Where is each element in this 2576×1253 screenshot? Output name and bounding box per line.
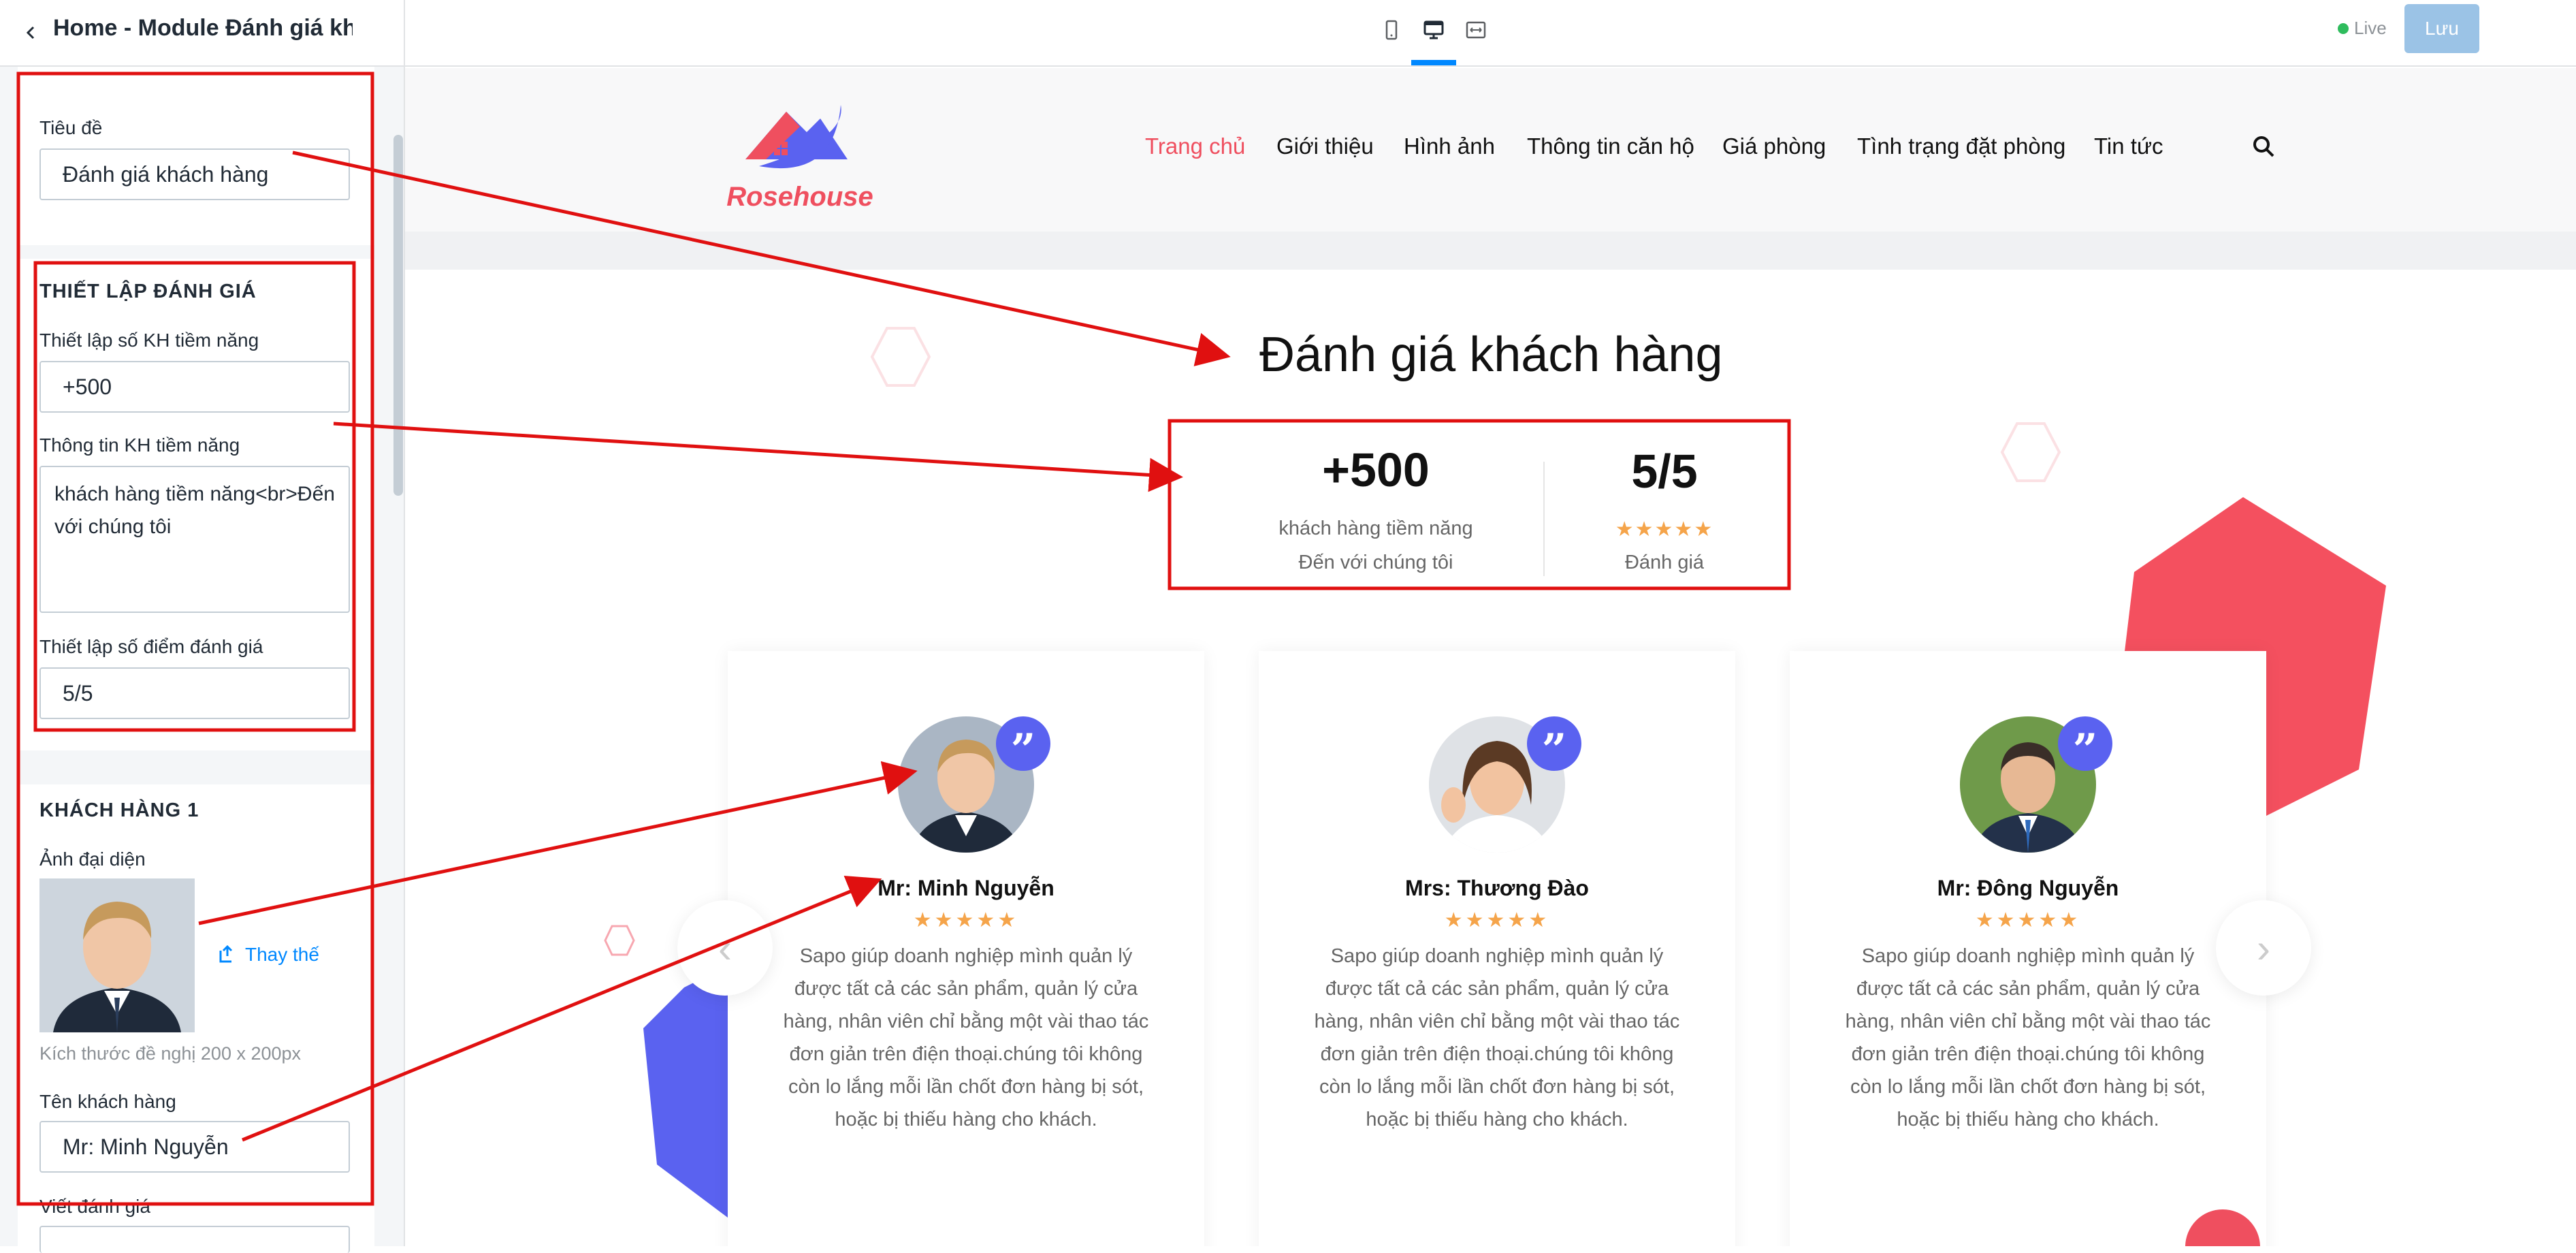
stat-count-value: +500: [1322, 443, 1430, 496]
nav-gallery[interactable]: Hình ảnh: [1404, 133, 1495, 159]
site-preview: Rosehouse Trang chủ Giới thiệu Hình ảnh …: [405, 68, 2576, 1246]
reviewer-name: Mr: Minh Nguyễn: [878, 876, 1054, 900]
quote-icon: ”: [996, 716, 1050, 772]
review-text: Sapo giúp doanh nghiệp mình quản lý được…: [783, 945, 1149, 1130]
chevron-left-icon: ‹: [718, 925, 732, 971]
potential-info-label: Thông tin KH tiềm năng: [39, 434, 240, 456]
nav-news[interactable]: Tin tức: [2094, 133, 2163, 159]
avatar-image: [39, 878, 195, 1032]
nav-booking-status[interactable]: Tình trạng đặt phòng: [1857, 133, 2065, 159]
chevron-right-icon: ›: [2257, 925, 2270, 971]
site-logo[interactable]: Rosehouse: [718, 84, 882, 214]
chevron-left-icon: [26, 26, 35, 39]
stat-score-value: 5/5: [1631, 445, 1698, 498]
potential-info-textarea[interactable]: khách hàng tiềm năng<br>Đến với chúng tô…: [39, 466, 350, 613]
nav-home[interactable]: Trang chủ: [1145, 133, 1245, 159]
decorative-hexagon-outline: [604, 925, 635, 956]
desktop-device-icon: [1423, 20, 1444, 39]
review-card: ” Mrs: Thương Đào ★★★★★ Sapo giúp doanh …: [1259, 651, 1735, 1246]
score-input[interactable]: 5/5: [39, 667, 350, 719]
review-settings-heading: THIẾT LẬP ĐÁNH GIÁ: [39, 281, 257, 302]
quote-icon: ”: [1527, 716, 1581, 772]
write-review-input[interactable]: [39, 1226, 350, 1253]
stat-count-line1: khách hàng tiềm năng: [1278, 518, 1473, 539]
avatar-preview: [39, 878, 195, 1032]
reviewer-stars: ★★★★★: [1444, 909, 1550, 932]
carousel-prev-button[interactable]: ‹: [677, 900, 773, 996]
score-label: Thiết lập số điểm đánh giá: [39, 636, 263, 657]
review-card: ” Mr: Đông Nguyễn ★★★★★ Sapo giúp doanh …: [1790, 651, 2266, 1246]
upload-icon: [219, 945, 233, 963]
customer-name-label: Tên khách hàng: [39, 1091, 176, 1112]
live-status: Live: [2338, 18, 2387, 39]
reviewer-stars: ★★★★★: [1975, 909, 2081, 932]
stat-score-stars: ★★★★★: [1615, 518, 1714, 541]
review-text: Sapo giúp doanh nghiệp mình quản lý được…: [1845, 945, 2211, 1130]
header-strip: [405, 232, 2576, 270]
nav-apartment-info[interactable]: Thông tin căn hộ: [1527, 133, 1694, 159]
review-text: Sapo giúp doanh nghiệp mình quản lý được…: [1314, 945, 1680, 1130]
settings-scrollbar[interactable]: [393, 135, 403, 496]
quote-icon: ”: [2058, 716, 2112, 772]
potential-count-input[interactable]: +500: [39, 361, 350, 413]
desktop-view-button[interactable]: [1416, 14, 1451, 46]
customer-name-input[interactable]: Mr: Minh Nguyễn: [39, 1121, 350, 1173]
save-button[interactable]: Lưu: [2404, 4, 2479, 53]
nav-prices[interactable]: Giá phòng: [1722, 133, 1826, 159]
decorative-hexagon-outline: [2000, 422, 2061, 482]
stat-count-line2: Đến với chúng tôi: [1298, 552, 1453, 573]
house-logo-icon: Rosehouse: [726, 105, 873, 212]
active-device-indicator: [1411, 60, 1456, 65]
avatar-size-hint: Kích thước đề nghị 200 x 200px: [39, 1043, 302, 1064]
fullwidth-view-button[interactable]: [1458, 14, 1494, 46]
reviewer-name: Mr: Đông Nguyễn: [1937, 876, 2119, 900]
fullwidth-device-icon: [1466, 21, 1486, 39]
decorative-hexagon-outline: [870, 327, 931, 387]
nav-about[interactable]: Giới thiệu: [1276, 133, 1374, 159]
editor-topbar: Home - Module Đánh giá kh... Live Lưu: [0, 0, 2576, 67]
stat-score-label: Đánh giá: [1624, 552, 1705, 573]
section-title: Đánh giá khách hàng: [1259, 328, 1723, 382]
potential-count-label: Thiết lập số KH tiềm năng: [39, 330, 259, 351]
write-review-label: Viết đánh giá: [39, 1196, 150, 1217]
mobile-view-button[interactable]: [1374, 14, 1409, 46]
title-label: Tiêu đề: [39, 117, 103, 138]
back-button[interactable]: [15, 16, 48, 49]
customer-1-heading: KHÁCH HÀNG 1: [39, 799, 199, 821]
reviewer-stars: ★★★★★: [913, 909, 1019, 932]
live-dot: [2338, 22, 2349, 34]
replace-avatar-link[interactable]: Thay thế: [216, 944, 319, 966]
title-input[interactable]: Đánh giá khách hàng: [39, 148, 350, 200]
site-header: Rosehouse Trang chủ Giới thiệu Hình ảnh …: [405, 68, 2576, 232]
module-title: Home - Module Đánh giá kh...: [53, 15, 353, 41]
live-label: Live: [2354, 18, 2387, 38]
avatar-label: Ảnh đại diện: [39, 848, 146, 870]
mobile-device-icon: [1385, 20, 1398, 40]
brand-name: Rosehouse: [726, 182, 873, 212]
reviewer-name: Mrs: Thương Đào: [1405, 876, 1589, 900]
carousel-next-button[interactable]: ›: [2216, 900, 2311, 996]
replace-label: Thay thế: [245, 944, 319, 965]
review-card: ” Mr: Minh Nguyễn ★★★★★ Sapo giúp doanh …: [728, 651, 1204, 1246]
search-icon[interactable]: [2252, 135, 2275, 158]
